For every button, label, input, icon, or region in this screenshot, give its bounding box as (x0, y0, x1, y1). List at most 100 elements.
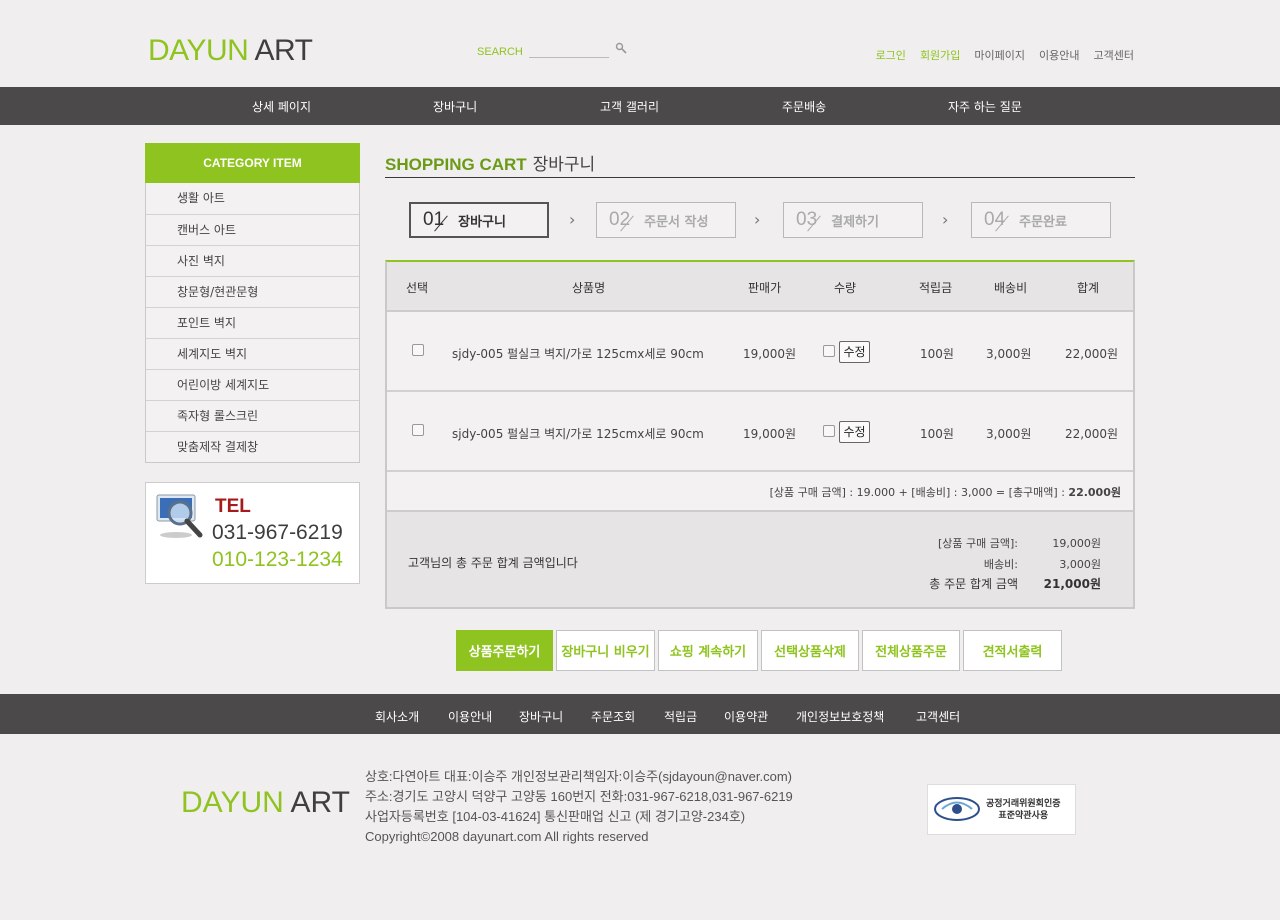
main-nav: 상세 페이지 장바구니 고객 갤러리 주문배송 자주 하는 질문 (0, 87, 1280, 125)
guide-link[interactable]: 이용안내 (1039, 47, 1079, 63)
logo-dark-text: ART (254, 34, 313, 67)
order-total-box: 고객님의 총 주문 합계 금액입니다 [상품 구매 금액]: 19,000원 배… (387, 510, 1133, 607)
login-link[interactable]: 로그인 (876, 47, 906, 63)
total-value-shipping: 3,000원 (1059, 558, 1101, 571)
nav-delivery[interactable]: 주문배송 (782, 87, 826, 125)
product-price: 19,000원 (743, 427, 797, 441)
nav-cart[interactable]: 장바구니 (433, 87, 477, 125)
order-button[interactable]: 상품주문하기 (456, 630, 553, 671)
qty-checkbox[interactable] (823, 345, 835, 357)
product-total: 22,000원 (1065, 427, 1119, 441)
category-item[interactable]: 세계지도 벽지 (146, 338, 359, 369)
edit-qty-button[interactable]: 수정 (839, 421, 870, 443)
step-cart: 01 장바구니 (409, 202, 549, 238)
footer-link-points[interactable]: 적립금 (664, 694, 697, 741)
empty-cart-button[interactable]: 장바구니 비우기 (556, 630, 655, 671)
col-price: 판매가 (748, 281, 782, 295)
footer-logo-green: DAYUN (181, 786, 284, 819)
product-name[interactable]: sjdy-005 펄실크 벽지/가로 125cmx세로 90cm (452, 425, 704, 442)
badge-text: 공정거래위원회인증 표준약관사용 (986, 798, 1061, 822)
category-item[interactable]: 맞춤제작 결제창 (146, 431, 359, 462)
product-points: 100원 (920, 427, 954, 441)
total-value-subtotal: 19,000원 (1052, 537, 1101, 550)
footer-link-privacy[interactable]: 개인정보보호정책 (796, 694, 884, 741)
footer-link-support[interactable]: 고객센터 (916, 694, 960, 741)
copyright: Copyright©2008 dayunart.com All rights r… (365, 829, 649, 844)
total-label-shipping: 배송비: (983, 558, 1018, 571)
total-label-subtotal: [상품 구매 금액]: (937, 537, 1018, 550)
footer-link-order-lookup[interactable]: 주문조회 (591, 694, 635, 741)
search-box[interactable]: SEARCH (477, 42, 627, 58)
step-number: 01 (423, 209, 445, 230)
category-item[interactable]: 어린이방 세계지도 (146, 369, 359, 400)
monitor-magnifier-icon (154, 491, 206, 550)
product-name[interactable]: sjdy-005 펄실크 벽지/가로 125cmx세로 90cm (452, 345, 704, 362)
company-info: 상호:다연아트 대표:이승주 개인정보관리책임자:이승주(sjdayoun@na… (365, 767, 793, 847)
company-info-line: 사업자등록번호 [104-03-41624] 통신판매업 신고 (제 경기고양-… (365, 809, 746, 824)
total-value-grand: 21,000원 (1043, 577, 1101, 591)
badge-line-2: 표준약관사용 (998, 811, 1049, 821)
page-title-ko: 장바구니 (532, 155, 596, 175)
summary-line: [상품 구매 금액] : 19.000 + [배송비] : 3,000 = [총… (770, 484, 1121, 500)
col-total: 합계 (1077, 281, 1100, 295)
total-label-grand: 총 주문 합계 금액 (929, 577, 1018, 591)
step-number: 03 (796, 209, 818, 230)
category-item[interactable]: 사진 벽지 (146, 245, 359, 276)
summary-text: [상품 구매 금액] : 19.000 + [배송비] : 3,000 = [총… (769, 486, 1069, 499)
footer-link-terms[interactable]: 이용약관 (724, 694, 768, 741)
select-checkbox[interactable] (412, 344, 424, 356)
step-label: 주문서 작성 (644, 214, 709, 230)
tel-title: TEL (215, 496, 251, 517)
footer-nav: 회사소개 이용안내 장바구니 주문조회 적립금 이용약관 개인정보보호정책 고객… (0, 694, 1280, 734)
category-item[interactable]: 캔버스 아트 (146, 214, 359, 245)
ftc-certification-badge: 공정거래위원회인증 표준약관사용 (927, 784, 1076, 835)
footer-link-about[interactable]: 회사소개 (375, 694, 419, 741)
footer-link-cart[interactable]: 장바구니 (519, 694, 563, 741)
site-logo[interactable]: DAYUN ART (148, 34, 313, 68)
footer-link-guide[interactable]: 이용안내 (448, 694, 492, 741)
col-select: 선택 (406, 281, 429, 295)
chevron-right-icon: › (754, 210, 761, 229)
cart-actions: 상품주문하기 장바구니 비우기 쇼핑 계속하기 선택상품삭제 전체상품주문 견적… (456, 630, 1062, 671)
step-number: 02 (609, 209, 631, 230)
product-total: 22,000원 (1065, 347, 1119, 361)
table-row: sjdy-005 펄실크 벽지/가로 125cmx세로 90cm 19,000원… (387, 312, 1133, 392)
signup-link[interactable]: 회원가입 (920, 47, 960, 63)
category-item[interactable]: 생활 아트 (146, 183, 359, 214)
step-number: 04 (984, 209, 1006, 230)
step-payment: 03 결제하기 (783, 202, 923, 238)
continue-shopping-button[interactable]: 쇼핑 계속하기 (658, 630, 758, 671)
total-message: 고객님의 총 주문 합계 금액입니다 (408, 556, 578, 570)
step-label: 주문완료 (1019, 214, 1067, 230)
mypage-link[interactable]: 마이페이지 (974, 47, 1025, 63)
delete-selected-button[interactable]: 선택상품삭제 (761, 630, 859, 671)
top-links: 로그인 회원가입 마이페이지 이용안내 고객센터 (876, 47, 1134, 63)
step-complete: 04 주문완료 (971, 202, 1111, 238)
step-label: 장바구니 (458, 214, 506, 230)
nav-faq[interactable]: 자주 하는 질문 (948, 87, 1022, 125)
qty-checkbox[interactable] (823, 425, 835, 437)
cart-table: 선택 상품명 판매가 수량 적립금 배송비 합계 sjdy-005 펄실크 벽지… (385, 260, 1135, 609)
nav-detail[interactable]: 상세 페이지 (252, 87, 311, 125)
summary-total: 22.000원 (1068, 486, 1121, 499)
company-info-line: 상호:다연아트 대표:이승주 개인정보관리책임자:이승주(sjdayoun@na… (365, 769, 793, 784)
print-estimate-button[interactable]: 견적서출력 (963, 630, 1062, 671)
product-shipping: 3,000원 (986, 427, 1032, 441)
category-heading: CATEGORY ITEM (145, 143, 360, 183)
edit-qty-button[interactable]: 수정 (839, 341, 870, 363)
ftc-emblem-icon (932, 794, 982, 827)
support-link[interactable]: 고객센터 (1094, 47, 1134, 63)
table-header: 선택 상품명 판매가 수량 적립금 배송비 합계 (387, 262, 1133, 312)
footer-logo: DAYUN ART (181, 786, 350, 820)
select-checkbox[interactable] (412, 424, 424, 436)
category-item[interactable]: 창문형/현관문형 (146, 276, 359, 307)
order-all-button[interactable]: 전체상품주문 (862, 630, 960, 671)
search-input[interactable] (528, 46, 609, 58)
category-item[interactable]: 포인트 벽지 (146, 307, 359, 338)
company-info-line: 주소:경기도 고양시 덕양구 고양동 160번지 전화:031-967-6218… (365, 789, 793, 804)
nav-gallery[interactable]: 고객 갤러리 (600, 87, 659, 125)
category-item[interactable]: 족자형 롤스크린 (146, 400, 359, 431)
search-icon[interactable] (615, 42, 627, 57)
step-order-form: 02 주문서 작성 (596, 202, 736, 238)
logo-green-text: DAYUN (148, 34, 249, 67)
